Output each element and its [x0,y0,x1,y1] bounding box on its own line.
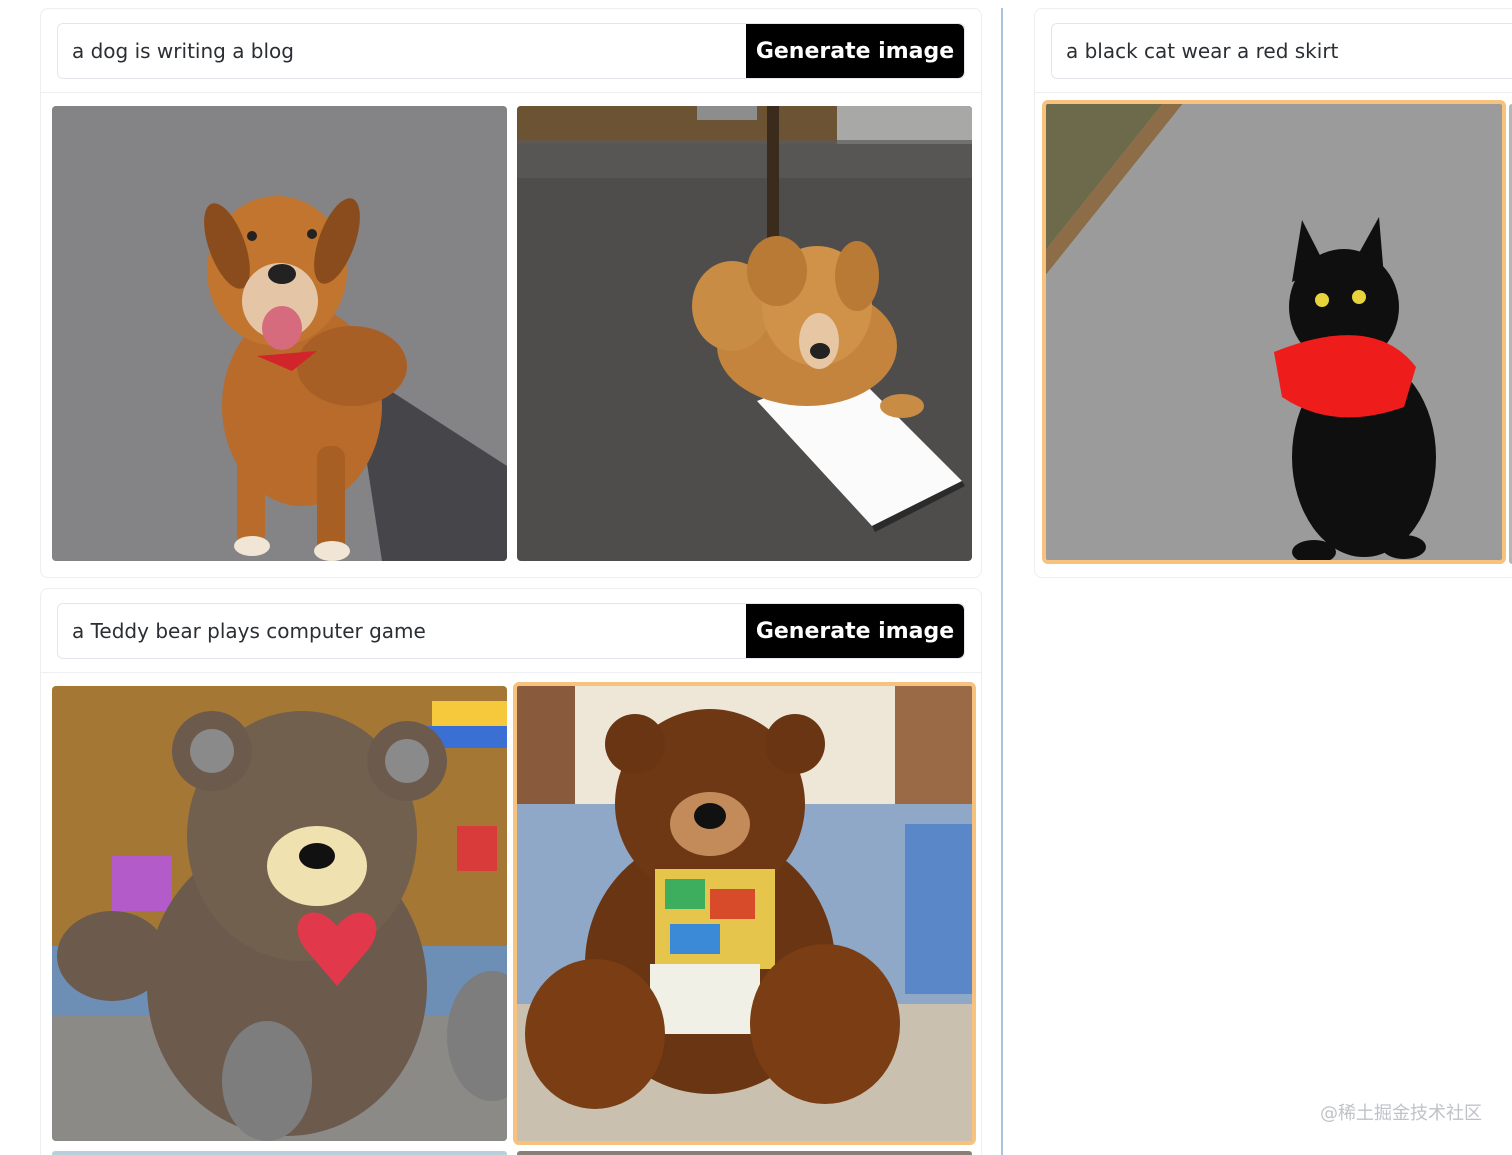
generated-image-teddy-2[interactable] [513,682,976,1145]
column-divider [1001,8,1003,1155]
generation-panel-teddy: Generate image [40,588,982,1155]
panel-header: Generate image [41,9,981,93]
next-row-image-peek-1 [52,1151,507,1155]
generation-panel-dog: Generate image [40,8,982,578]
generated-image-cat-1[interactable] [1042,100,1506,564]
next-row-image-peek-2 [517,1151,972,1155]
watermark: @稀土掘金技术社区 [1320,1103,1482,1124]
generation-panel-cat [1034,8,1512,578]
prompt-input[interactable] [1052,24,1512,78]
panel-header: Generate image [41,589,981,673]
generate-image-button[interactable]: Generate image [746,24,964,78]
panel-header [1035,9,1512,93]
generated-image-teddy-1[interactable] [52,686,507,1141]
prompt-input[interactable] [58,604,746,658]
prompt-input-group [1051,23,1512,79]
prompt-input-group: Generate image [57,23,965,79]
prompt-input[interactable] [58,24,746,78]
generated-image-dog-1[interactable] [52,106,507,561]
generate-image-button[interactable]: Generate image [746,604,964,658]
generated-image-dog-2[interactable] [517,106,972,561]
prompt-input-group: Generate image [57,603,965,659]
